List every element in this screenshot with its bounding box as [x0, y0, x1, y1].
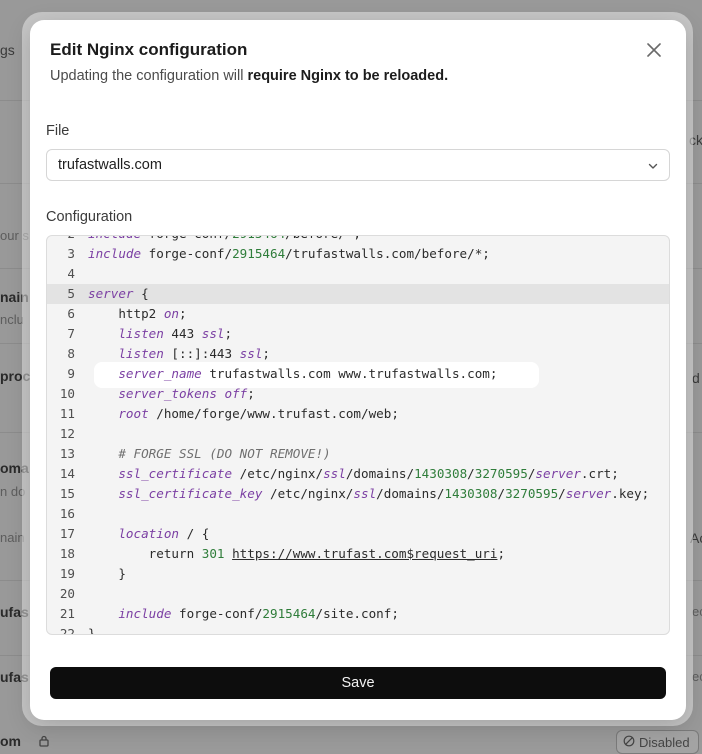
file-select-value: trufastwalls.com — [58, 157, 162, 173]
line-number: 8 — [67, 346, 75, 361]
file-label: File — [46, 123, 70, 139]
line-code: # FORGE SSL (DO NOT REMOVE!) — [118, 446, 331, 461]
close-icon — [647, 42, 661, 62]
line-code: } — [88, 566, 126, 581]
subtitle-text: Updating the configuration will — [50, 68, 248, 84]
status-badge-label: Disabled — [639, 734, 690, 750]
line-code: listen [::]:443 ssl; — [118, 346, 271, 361]
code-line: 3 include forge-conf/2915464/trufastwalls… — [47, 244, 669, 264]
line-number: 12 — [59, 426, 75, 441]
line-code: } — [88, 626, 96, 635]
save-button-label: Save — [341, 675, 375, 691]
line-code: include forge-conf/2915464/site.conf; — [118, 606, 399, 621]
chevron-down-icon — [647, 159, 659, 177]
bg-text: ec — [692, 604, 702, 619]
bg-text: nain — [0, 530, 25, 545]
bg-text: d — [692, 370, 700, 386]
line-code: root /home/forge/www.trufast.com/web; — [118, 406, 399, 421]
bg-text: nclu — [0, 312, 24, 327]
bg-text: om — [0, 733, 21, 749]
close-button[interactable] — [644, 42, 664, 62]
line-number: 10 — [59, 386, 75, 401]
status-badge: Disabled — [616, 730, 699, 754]
line-code: http2 on; — [88, 306, 187, 321]
code-line: 8 listen [::]:443 ssl; — [47, 344, 669, 364]
line-code: return 301 https://www.trufast.com$reque… — [88, 546, 506, 561]
line-code: listen 443 ssl; — [118, 326, 233, 341]
code-line: 16 — [47, 504, 669, 524]
line-number: 19 — [59, 566, 75, 581]
line-code: server_name trufastwalls.com www.trufast… — [118, 366, 498, 381]
code-line: 5 server { — [47, 284, 669, 304]
code-line: 15 ssl_certificate_key /etc/nginx/ssl/do… — [47, 484, 669, 504]
code-line: 21 include forge-conf/2915464/site.conf; — [47, 604, 669, 624]
line-number: 21 — [59, 606, 75, 621]
save-button[interactable]: Save — [50, 667, 666, 699]
line-code: ssl_certificate /etc/nginx/ssl/domains/1… — [118, 466, 619, 481]
line-number: 16 — [59, 506, 75, 521]
line-number: 6 — [67, 306, 75, 321]
code-line: 6 http2 on; — [47, 304, 669, 324]
file-select[interactable]: trufastwalls.com — [46, 149, 670, 181]
code-line: 2 include forge-conf/2915464/before/*; — [47, 236, 669, 244]
code-line: 7 listen 443 ssl; — [47, 324, 669, 344]
line-number: 2 — [47, 236, 75, 244]
code-line: 10 server_tokens off; — [47, 384, 669, 404]
code-line: 14 ssl_certificate /etc/nginx/ssl/domain… — [47, 464, 669, 484]
line-number: 9 — [67, 366, 75, 381]
line-number: 11 — [59, 406, 75, 421]
disabled-icon — [623, 735, 635, 750]
code-line: 4 — [47, 264, 669, 284]
line-code: location / { — [118, 526, 210, 541]
line-number: 7 — [67, 326, 75, 341]
bg-text: gs — [0, 42, 15, 58]
code-line: 19 } — [47, 564, 669, 584]
line-number: 13 — [59, 446, 75, 461]
line-number: 22 — [59, 626, 75, 635]
line-code: include forge-conf/2915464/trufastwalls.… — [88, 246, 490, 261]
line-number: 17 — [59, 526, 75, 541]
line-number: 3 — [67, 246, 75, 261]
line-code: include forge-conf/2915464/before/*; — [88, 236, 361, 244]
line-number: 20 — [59, 586, 75, 601]
code-line: 12 — [47, 424, 669, 444]
line-number: 4 — [67, 266, 75, 281]
code-line: 22} — [47, 624, 669, 635]
code-line: 13 # FORGE SSL (DO NOT REMOVE!) — [47, 444, 669, 464]
modal-subtitle: Updating the configuration will require … — [50, 68, 448, 84]
configuration-label: Configuration — [46, 209, 133, 225]
subtitle-emphasis: require Nginx to be reloaded. — [247, 68, 449, 84]
code-line: 9 server_name trufastwalls.com www.trufa… — [47, 364, 669, 384]
code-line: 20 — [47, 584, 669, 604]
line-code: server_tokens off; — [118, 386, 255, 401]
line-number: 5 — [67, 286, 75, 301]
bg-text: ec — [692, 669, 702, 684]
line-code: ssl_certificate_key /etc/nginx/ssl/domai… — [118, 486, 650, 501]
code-line: 17 location / { — [47, 524, 669, 544]
code-editor[interactable]: 2 include forge-conf/2915464/before/*; 3 in… — [46, 235, 670, 635]
modal-title: Edit Nginx configuration — [50, 40, 248, 59]
edit-nginx-modal: Edit Nginx configuration Updating the co… — [30, 20, 686, 720]
lock-icon — [38, 734, 50, 752]
code-line: 11 root /home/forge/www.trufast.com/web; — [47, 404, 669, 424]
line-number: 18 — [59, 546, 75, 561]
line-code: server { — [88, 286, 149, 301]
line-number: 14 — [59, 466, 75, 481]
code-line: 18 return 301 https://www.trufast.com$re… — [47, 544, 669, 564]
line-number: 15 — [59, 486, 75, 501]
